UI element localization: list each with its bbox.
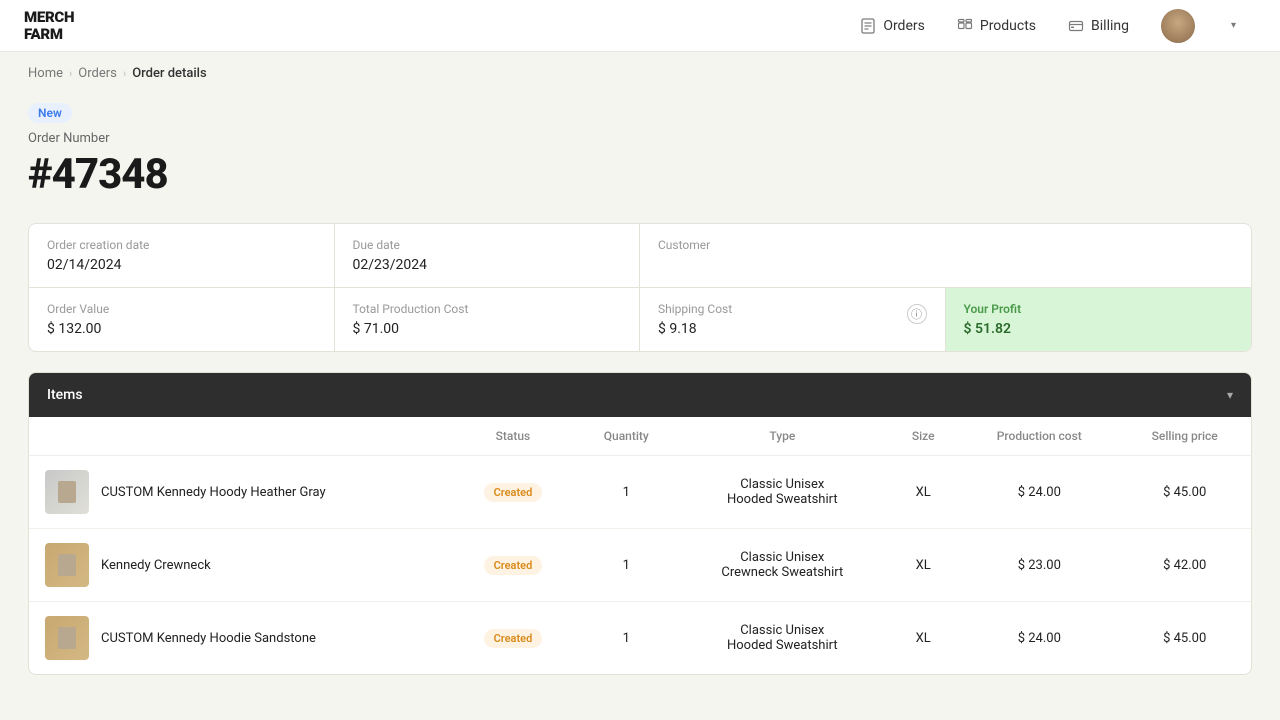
breadcrumb-sep-2: › <box>123 67 126 80</box>
breadcrumb: Home › Orders › Order details <box>0 52 1280 87</box>
production-cost-cell-0: $ 24.00 <box>960 456 1118 529</box>
product-info: CUSTOM Kennedy Hoodie Sandstone <box>45 616 436 660</box>
products-icon <box>957 18 973 34</box>
customer-label: Customer <box>658 238 1233 252</box>
creation-date-value: 02/14/2024 <box>47 257 316 273</box>
due-date-value: 02/23/2024 <box>353 257 622 273</box>
col-header-quantity: Quantity <box>574 417 678 456</box>
items-collapse-chevron[interactable]: ▾ <box>1227 388 1233 402</box>
status-badge: Created <box>484 483 543 502</box>
type-cell-1: Classic UnisexCrewneck Sweatshirt <box>678 529 886 602</box>
avatar-image <box>1161 9 1195 43</box>
col-header-product <box>29 417 452 456</box>
size-cell-0: XL <box>886 456 960 529</box>
billing-icon <box>1068 18 1084 34</box>
orders-icon <box>860 18 876 34</box>
quantity-cell-0: 1 <box>574 456 678 529</box>
creation-date-label: Order creation date <box>47 238 316 252</box>
order-value-amount: $ 132.00 <box>47 321 316 337</box>
brand-logo[interactable]: MERCH FARM <box>24 9 74 42</box>
order-status-badge: New <box>28 103 72 123</box>
items-table: Status Quantity Type Size Production cos… <box>29 417 1251 674</box>
order-info-grid: Order creation date 02/14/2024 Due date … <box>28 223 1252 352</box>
product-thumbnail <box>45 470 89 514</box>
product-name: CUSTOM Kennedy Hoody Heather Gray <box>101 485 326 500</box>
product-info: Kennedy Crewneck <box>45 543 436 587</box>
profit-label: Your Profit <box>964 302 1234 316</box>
product-cell-1: Kennedy Crewneck <box>29 529 452 602</box>
nav-orders[interactable]: Orders <box>860 18 925 34</box>
type-cell-0: Classic UnisexHooded Sweatshirt <box>678 456 886 529</box>
info-row-values: Order Value $ 132.00 Total Production Co… <box>29 287 1251 351</box>
col-header-production-cost: Production cost <box>960 417 1118 456</box>
due-date-cell: Due date 02/23/2024 <box>335 224 641 287</box>
order-value-label: Order Value <box>47 302 316 316</box>
product-thumbnail <box>45 543 89 587</box>
shipping-cost-cell: Shipping Cost $ 9.18 ⓘ <box>640 288 946 351</box>
profit-amount: $ 51.82 <box>964 321 1234 337</box>
navbar: MERCH FARM Orders Products <box>0 0 1280 52</box>
table-row: Kennedy Crewneck Created 1Classic UnisexC… <box>29 529 1251 602</box>
nav-products[interactable]: Products <box>957 18 1036 34</box>
breadcrumb-sep-1: › <box>69 67 72 80</box>
status-cell-1: Created <box>452 529 575 602</box>
selling-price-cell-1: $ 42.00 <box>1118 529 1251 602</box>
nav-billing[interactable]: Billing <box>1068 18 1129 34</box>
size-cell-1: XL <box>886 529 960 602</box>
col-header-type: Type <box>678 417 886 456</box>
nav-links: Orders Products Billing ▾ <box>860 9 1236 43</box>
product-thumbnail <box>45 616 89 660</box>
size-cell-2: XL <box>886 602 960 675</box>
selling-price-cell-2: $ 45.00 <box>1118 602 1251 675</box>
col-header-status: Status <box>452 417 575 456</box>
customer-cell: Customer <box>640 224 1251 287</box>
status-badge: Created <box>484 556 543 575</box>
production-cost-amount: $ 71.00 <box>353 321 622 337</box>
col-header-selling-price: Selling price <box>1118 417 1251 456</box>
quantity-cell-2: 1 <box>574 602 678 675</box>
production-cost-cell-2: $ 24.00 <box>960 602 1118 675</box>
due-date-label: Due date <box>353 238 622 252</box>
breadcrumb-current: Order details <box>132 66 207 81</box>
items-title: Items <box>47 387 83 403</box>
type-cell-2: Classic UnisexHooded Sweatshirt <box>678 602 886 675</box>
product-cell-0: CUSTOM Kennedy Hoody Heather Gray <box>29 456 452 529</box>
table-row: CUSTOM Kennedy Hoodie Sandstone Created 1… <box>29 602 1251 675</box>
order-number-label: Order Number <box>28 131 1252 146</box>
table-row: CUSTOM Kennedy Hoody Heather Gray Create… <box>29 456 1251 529</box>
info-row-labels: Order creation date 02/14/2024 Due date … <box>29 224 1251 287</box>
shipping-label: Shipping Cost <box>658 302 732 316</box>
product-info: CUSTOM Kennedy Hoody Heather Gray <box>45 470 436 514</box>
product-cell-2: CUSTOM Kennedy Hoodie Sandstone <box>29 602 452 675</box>
selling-price-cell-0: $ 45.00 <box>1118 456 1251 529</box>
col-header-size: Size <box>886 417 960 456</box>
breadcrumb-home[interactable]: Home <box>28 66 63 81</box>
order-value-cell: Order Value $ 132.00 <box>29 288 335 351</box>
shipping-inner: Shipping Cost $ 9.18 ⓘ <box>658 302 927 337</box>
production-cost-cell: Total Production Cost $ 71.00 <box>335 288 641 351</box>
status-cell-0: Created <box>452 456 575 529</box>
product-name: CUSTOM Kennedy Hoodie Sandstone <box>101 631 316 646</box>
status-badge: Created <box>484 629 543 648</box>
shipping-text: Shipping Cost $ 9.18 <box>658 302 732 337</box>
production-cost-label: Total Production Cost <box>353 302 622 316</box>
user-menu-chevron[interactable]: ▾ <box>1231 20 1236 31</box>
quantity-cell-1: 1 <box>574 529 678 602</box>
order-number: #47348 <box>28 150 1252 199</box>
user-avatar[interactable] <box>1161 9 1195 43</box>
breadcrumb-orders[interactable]: Orders <box>78 66 117 81</box>
product-name: Kennedy Crewneck <box>101 558 211 573</box>
table-header-row: Status Quantity Type Size Production cos… <box>29 417 1251 456</box>
status-cell-2: Created <box>452 602 575 675</box>
shipping-info-icon[interactable]: ⓘ <box>907 304 927 324</box>
items-section: Items ▾ Status Quantity Type Size Produc… <box>28 372 1252 675</box>
profit-cell: Your Profit $ 51.82 <box>946 288 1252 351</box>
production-cost-cell-1: $ 23.00 <box>960 529 1118 602</box>
items-header: Items ▾ <box>29 373 1251 417</box>
shipping-amount: $ 9.18 <box>658 321 732 337</box>
page-content: New Order Number #47348 Order creation d… <box>0 87 1280 715</box>
creation-date-cell: Order creation date 02/14/2024 <box>29 224 335 287</box>
